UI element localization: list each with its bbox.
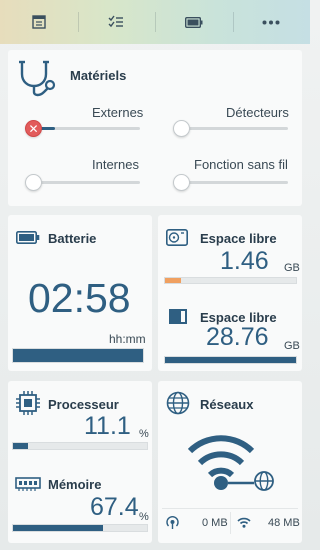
storage1-fill xyxy=(165,278,181,283)
storage1-bar xyxy=(164,277,297,284)
battery-time: 02:58 xyxy=(28,275,131,321)
memory-fill xyxy=(13,525,104,531)
detectors-slider-knob[interactable] xyxy=(173,120,190,137)
storage1-unit: GB xyxy=(284,262,300,274)
hardware-card[interactable]: Matériels Externes ✕ Détecteurs Internes… xyxy=(8,50,302,206)
hard-drive-icon xyxy=(166,229,188,246)
external-label: Externes xyxy=(92,105,144,120)
processor-value: 11.1 xyxy=(84,412,131,440)
memory-value: 67.4 xyxy=(90,493,139,521)
stethoscope-icon xyxy=(19,60,56,97)
network-divider xyxy=(162,508,298,509)
network-title: Réseaux xyxy=(200,397,254,412)
battery-card[interactable]: Batterie 02:58 hh:mm xyxy=(8,215,152,371)
network-vertical-divider xyxy=(230,512,231,534)
tab-dashboard[interactable] xyxy=(0,0,78,44)
memory-ram-icon xyxy=(15,477,41,491)
battery-level-bar xyxy=(12,348,144,363)
external-slider-knob-warning[interactable]: ✕ xyxy=(25,120,42,137)
external-slider[interactable] xyxy=(34,127,140,130)
internal-slider[interactable] xyxy=(34,181,140,184)
tab-battery[interactable] xyxy=(155,0,233,44)
wireless-label: Fonction sans fil xyxy=(194,157,288,172)
battery-title: Batterie xyxy=(48,231,97,246)
wireless-slider[interactable] xyxy=(178,181,288,184)
storage1-value: 1.46 xyxy=(220,247,269,275)
internal-slider-knob[interactable] xyxy=(25,174,42,191)
storage2-fill xyxy=(165,357,296,363)
wireless-slider-knob[interactable] xyxy=(173,174,190,191)
memory-title: Mémoire xyxy=(48,477,102,492)
memory-unit: % xyxy=(139,511,149,523)
checklist-icon xyxy=(108,15,124,28)
network-download-value: 48 MB xyxy=(268,517,300,529)
internal-label: Internes xyxy=(92,157,139,172)
storage1-title: Espace libre xyxy=(200,231,277,246)
storage2-value: 28.76 xyxy=(206,323,269,351)
storage-card[interactable]: Espace libre 1.46 GB Espace libre 28.76 … xyxy=(158,215,302,371)
tab-more[interactable] xyxy=(232,0,311,44)
storage2-unit: GB xyxy=(284,340,300,352)
hardware-title: Matériels xyxy=(70,68,127,83)
storage2-bar xyxy=(164,356,297,364)
top-toolbar xyxy=(0,0,310,44)
battery-unit: hh:mm xyxy=(109,332,146,346)
battery-level-fill xyxy=(13,349,143,362)
memory-bar xyxy=(12,524,148,532)
wifi-icon xyxy=(237,517,251,528)
upload-antenna-icon xyxy=(166,516,179,529)
wifi-network-icon xyxy=(188,435,274,491)
network-card[interactable]: Réseaux 0 MB 48 MB xyxy=(158,381,302,543)
processor-chip-icon xyxy=(16,391,40,415)
more-icon xyxy=(262,20,280,24)
globe-icon xyxy=(166,391,190,415)
detectors-label: Détecteurs xyxy=(226,105,289,120)
battery-icon xyxy=(184,16,203,28)
processor-unit: % xyxy=(139,428,149,440)
cpu-memory-card[interactable]: Processeur 11.1 % Mémoire 67.4 % xyxy=(8,381,152,543)
network-upload-value: 0 MB xyxy=(202,517,228,529)
dashboard-icon xyxy=(32,15,46,29)
close-icon: ✕ xyxy=(28,121,39,136)
detectors-slider[interactable] xyxy=(178,127,288,130)
tab-checklist[interactable] xyxy=(77,0,156,44)
sd-card-icon xyxy=(169,309,187,324)
battery-icon xyxy=(16,231,40,244)
processor-title: Processeur xyxy=(48,397,119,412)
processor-bar xyxy=(12,442,148,450)
processor-fill xyxy=(13,443,28,449)
